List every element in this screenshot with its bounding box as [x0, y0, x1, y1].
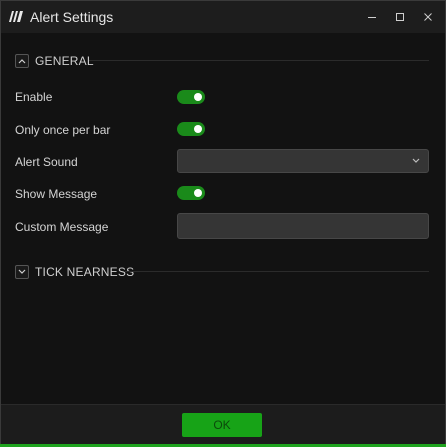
custom-message-label: Custom Message: [15, 220, 109, 234]
maximize-icon: [396, 13, 404, 21]
alert-settings-window: Alert Settings GENERAL Enable Only once …: [0, 0, 446, 447]
collapse-toggle-general[interactable]: [15, 54, 29, 68]
maximize-button[interactable]: [389, 7, 411, 27]
section-divider-general: [89, 60, 429, 61]
section-header-general[interactable]: GENERAL: [15, 53, 94, 69]
alert-sound-label: Alert Sound: [15, 155, 78, 169]
section-header-tick-nearness[interactable]: TICK NEARNESS: [15, 264, 134, 280]
collapse-toggle-tick-nearness[interactable]: [15, 265, 29, 279]
ok-button[interactable]: OK: [182, 413, 262, 437]
section-divider-tick-nearness: [125, 271, 429, 272]
only-once-label: Only once per bar: [15, 123, 111, 137]
enable-label: Enable: [15, 90, 53, 104]
minimize-button[interactable]: [361, 7, 383, 27]
chevron-down-icon: [18, 269, 26, 274]
section-label-general: GENERAL: [35, 54, 94, 68]
title-bar[interactable]: Alert Settings: [1, 1, 445, 33]
dialog-footer: OK: [1, 404, 445, 447]
close-button[interactable]: [417, 7, 439, 27]
chevron-up-icon: [18, 59, 26, 64]
minimize-icon: [368, 17, 376, 18]
enable-toggle[interactable]: [177, 90, 205, 104]
app-logo-icon: [9, 11, 23, 22]
section-label-tick-nearness: TICK NEARNESS: [35, 265, 135, 279]
only-once-toggle[interactable]: [177, 122, 205, 136]
show-message-toggle[interactable]: [177, 186, 205, 200]
chevron-down-icon: [412, 158, 420, 163]
close-icon: [424, 13, 432, 21]
alert-sound-select[interactable]: [177, 149, 429, 173]
toggle-knob: [194, 125, 202, 133]
custom-message-input[interactable]: [177, 213, 429, 239]
toggle-knob: [194, 93, 202, 101]
show-message-label: Show Message: [15, 187, 98, 201]
window-title: Alert Settings: [30, 9, 114, 25]
toggle-knob: [194, 189, 202, 197]
